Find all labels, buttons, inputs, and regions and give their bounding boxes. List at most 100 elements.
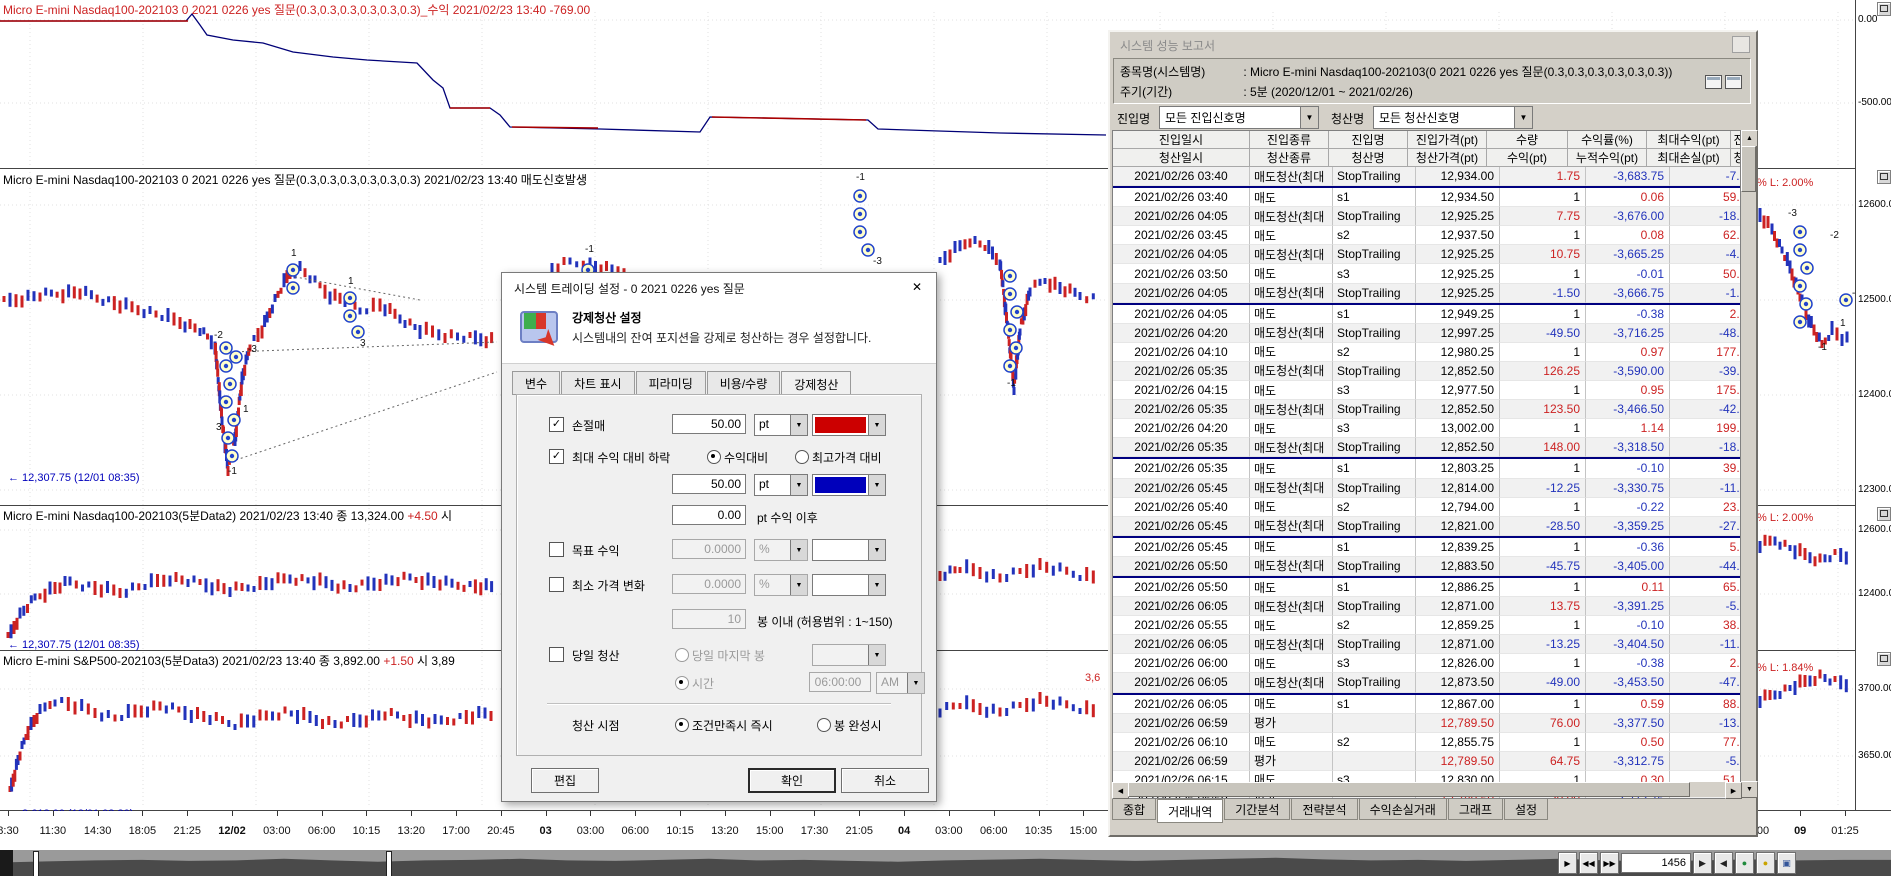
nav-prev-button[interactable]: ◀◀ [1579,852,1598,874]
table-row[interactable]: 2021/02/26 05:55매도s212,859.251-0.1038.25 [1113,616,1741,635]
table-row[interactable]: 2021/02/26 06:59평가12,789.5076.00-3,377.5… [1113,714,1741,733]
table-row[interactable]: 2021/02/26 04:20매도청산(최대StopTrailing12,99… [1113,324,1741,343]
chevron-down-icon[interactable]: ▼ [790,540,807,560]
maxdrop-color-select[interactable]: ▼ [812,474,886,496]
table-row[interactable]: 2021/02/26 05:35매도s112,803.251-0.1039.25 [1113,459,1741,478]
table-row[interactable]: 2021/02/26 03:40매도청산(최대StopTrailing12,93… [1113,167,1741,188]
maxdrop-value-input[interactable] [672,474,746,494]
maxdrop-after-input[interactable] [672,505,746,525]
table-horizontal-scrollbar[interactable]: ◀ ▶ [1112,782,1741,797]
trade-history-table[interactable]: 진입일시진입종류진입명진입가격(pt)수량수익률(%)최대수익(pt)진청산일시… [1112,130,1741,799]
pane-restore-button[interactable] [1877,2,1891,16]
table-row[interactable]: 2021/02/26 05:45매도s112,839.251-0.365.75 [1113,538,1741,557]
scroll-right-icon[interactable]: ▶ [1725,782,1742,799]
pane-restore-button[interactable] [1877,507,1891,521]
table-row[interactable]: 2021/02/26 05:45매도청산(최대StopTrailing12,81… [1113,479,1741,498]
min-change-color-select[interactable]: ▼ [812,574,886,596]
daily-last-bar-select[interactable]: ▼ [812,644,886,666]
report-tab-4[interactable]: 전략분석 [1291,799,1357,820]
table-row[interactable]: 2021/02/26 03:40매도s112,934.5010.0659.25 [1113,188,1741,207]
close-icon[interactable]: ✕ [902,276,932,298]
table-row[interactable]: 2021/02/26 05:35매도청산(최대StopTrailing12,85… [1113,362,1741,381]
maxdrop-checkbox[interactable]: ✓ [549,449,564,464]
table-row[interactable]: 2021/02/26 05:45매도청산(최대StopTrailing12,82… [1113,517,1741,538]
table-row[interactable]: 2021/02/26 06:05매도청산(최대StopTrailing12,87… [1113,635,1741,654]
edit-button[interactable]: 편집 [531,768,599,793]
dialog-titlebar[interactable]: 시스템 트레이딩 설정 - 0 2021 0226 yes 질문 ✕ [502,273,936,301]
table-row[interactable]: 2021/02/26 04:10매도s212,980.2510.97177.75 [1113,343,1741,362]
entry-filter-select[interactable]: 모든 진입신호명 ▼ [1159,106,1319,129]
table-row[interactable]: 2021/02/26 04:15매도s312,977.5010.95175.00 [1113,381,1741,400]
min-change-unit-select[interactable]: % ▼ [754,574,808,596]
stoploss-color-select[interactable]: ▼ [812,414,886,436]
chevron-down-icon[interactable]: ▼ [868,540,885,560]
scrollbar-thumb[interactable] [1128,782,1690,797]
min-change-input[interactable] [672,574,746,594]
table-row[interactable]: 2021/02/26 04:05매도청산(최대StopTrailing12,92… [1113,245,1741,264]
target-profit-unit-select[interactable]: % ▼ [754,539,808,561]
cancel-button[interactable]: 취소 [841,768,929,793]
chevron-down-icon[interactable]: ▼ [1514,107,1532,128]
daily-liquidation-checkbox[interactable] [549,647,564,662]
pane-restore-button[interactable] [1877,170,1891,184]
navigator-range-handle-left[interactable] [33,851,39,876]
table-row[interactable]: 2021/02/26 03:45매도s212,937.5010.0862.25 [1113,226,1741,245]
navigator-tool-icon[interactable]: ● [1756,852,1775,874]
table-row[interactable]: 2021/02/26 04:05매도청산(최대StopTrailing12,92… [1113,207,1741,226]
report-close-button[interactable] [1732,36,1750,53]
table-row[interactable]: 2021/02/26 05:35매도청산(최대StopTrailing12,85… [1113,400,1741,419]
maxdrop-radio-peak[interactable] [795,450,809,464]
daily-ampm-select[interactable]: AM ▼ [876,672,925,694]
navigator-tool-icon[interactable]: ▶ [1693,852,1712,874]
chevron-down-icon[interactable]: ▼ [868,415,885,435]
chevron-down-icon[interactable]: ▼ [1300,107,1318,128]
report-tab-1[interactable]: 종합 [1112,799,1156,820]
chevron-down-icon[interactable]: ▼ [790,475,807,495]
chevron-down-icon[interactable]: ▼ [907,673,924,693]
table-row[interactable]: 2021/02/26 06:10매도s212,855.7510.5077.50 [1113,733,1741,752]
table-row[interactable]: 2021/02/26 06:00매도s312,826.001-0.382.50 [1113,654,1741,673]
dialog-tab-5[interactable]: 강제청산 [781,371,851,396]
table-vertical-scrollbar[interactable]: ▲ ▼ [1741,130,1756,797]
target-profit-checkbox[interactable] [549,542,564,557]
table-row[interactable]: 2021/02/26 04:05매도청산(최대StopTrailing12,92… [1113,284,1741,305]
table-row[interactable]: 2021/02/26 04:05매도s112,949.251-0.382.00 [1113,305,1741,324]
exit-filter-select[interactable]: 모든 청산신호명 ▼ [1373,106,1533,129]
chevron-down-icon[interactable]: ▼ [790,415,807,435]
window-restore-icon[interactable] [1705,75,1722,89]
ok-button[interactable]: 확인 [748,768,836,793]
report-tab-5[interactable]: 수익손실거래 [1359,799,1447,820]
navigator-tool-icon[interactable]: ◀ [1714,852,1733,874]
nav-next-button[interactable]: ▶▶ [1600,852,1619,874]
maxdrop-unit-select[interactable]: pt ▼ [754,474,808,496]
table-row[interactable]: 2021/02/26 06:05매도청산(최대StopTrailing12,87… [1113,673,1741,694]
report-titlebar[interactable]: 시스템 성능 보고서 [1110,32,1756,56]
scroll-down-icon[interactable]: ▼ [1741,781,1758,798]
navigator-tool-icon[interactable]: ▣ [1777,852,1796,874]
target-profit-input[interactable] [672,539,746,559]
nav-play-button[interactable]: ▶ [1558,852,1577,874]
table-row[interactable]: 2021/02/26 04:20매도s313,002.0011.14199.50 [1113,419,1741,438]
navigator-tool-icon[interactable]: ● [1735,852,1754,874]
chevron-down-icon[interactable]: ▼ [868,645,885,665]
report-tab-6[interactable]: 그래프 [1448,799,1503,820]
window-maximize-icon[interactable] [1725,75,1742,89]
chevron-down-icon[interactable]: ▼ [868,575,885,595]
stoploss-checkbox[interactable]: ✓ [549,417,564,432]
report-tab-7[interactable]: 설정 [1504,799,1548,820]
stoploss-unit-select[interactable]: pt ▼ [754,414,808,436]
table-row[interactable]: 2021/02/26 05:40매도s212,794.001-0.2223.00 [1113,498,1741,517]
timing-bar-complete-radio[interactable] [817,718,831,732]
daily-time-input[interactable] [809,672,871,692]
table-row[interactable]: 2021/02/26 03:50매도s312,925.251-0.0150.00 [1113,264,1741,283]
timing-immediate-radio[interactable] [675,718,689,732]
scrollbar-thumb[interactable] [1741,146,1756,192]
scroll-up-icon[interactable]: ▲ [1741,130,1758,147]
dialog-tab-2[interactable]: 차트 표시 [561,371,635,395]
chevron-down-icon[interactable]: ▼ [868,475,885,495]
table-row[interactable]: 2021/02/26 05:50매도s112,886.2510.1165.25 [1113,578,1741,597]
price-axis[interactable]: 0.00-500.0012600.0012500.0012400.0012300… [1855,0,1891,810]
min-change-checkbox[interactable] [549,577,564,592]
maxdrop-radio-profit[interactable] [707,450,721,464]
table-row[interactable]: 2021/02/26 06:05매도청산(최대StopTrailing12,87… [1113,597,1741,616]
